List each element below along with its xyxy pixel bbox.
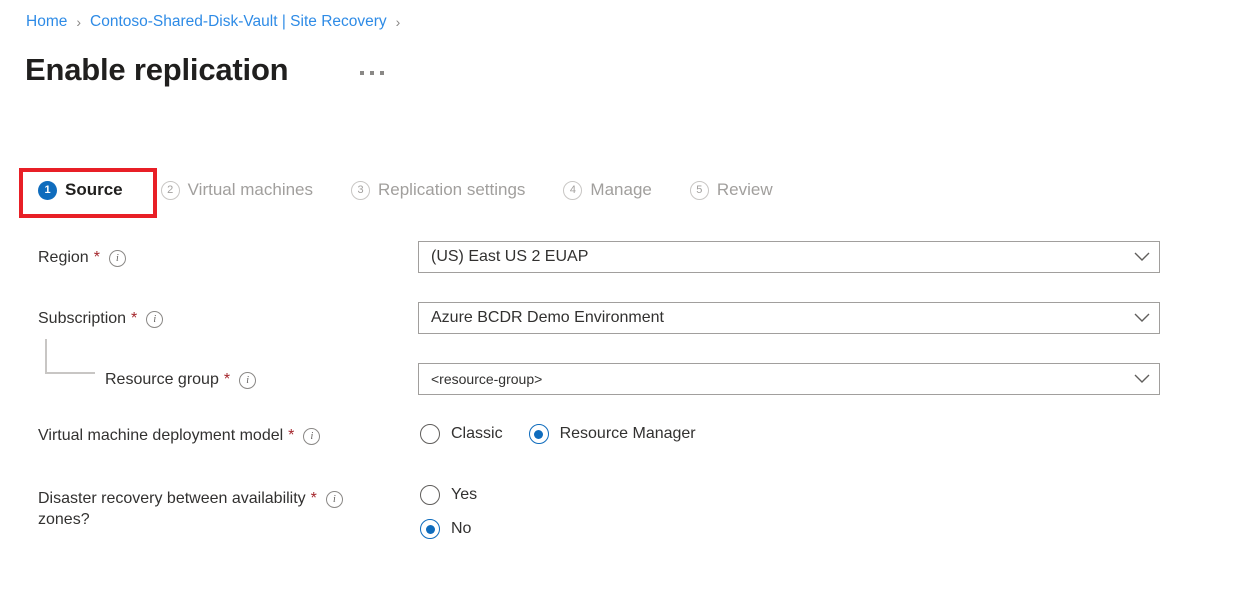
subscription-label-text: Subscription bbox=[38, 310, 127, 327]
availability-zones-label: Disaster recovery between availability z… bbox=[38, 488, 378, 530]
info-icon[interactable]: i bbox=[108, 250, 126, 267]
subscription-label: Subscription * i bbox=[38, 308, 164, 329]
deployment-model-radio-group: Classic Resource Manager bbox=[420, 424, 722, 444]
availability-zones-label-text: Disaster recovery between availability z… bbox=[38, 490, 306, 528]
chevron-down-icon bbox=[1125, 313, 1159, 323]
subscription-value: Azure BCDR Demo Environment bbox=[431, 309, 664, 326]
resource-group-label: Resource group * i bbox=[105, 369, 257, 390]
resource-group-dropdown[interactable]: <resource-group> bbox=[418, 363, 1160, 395]
info-icon[interactable]: i bbox=[325, 491, 343, 508]
radio-mark-selected-icon bbox=[528, 424, 549, 444]
required-asterisk: * bbox=[288, 427, 295, 444]
radio-label: No bbox=[451, 520, 472, 537]
region-label: Region * i bbox=[38, 247, 126, 268]
region-value: (US) East US 2 EUAP bbox=[431, 248, 589, 265]
info-icon[interactable]: i bbox=[146, 311, 164, 328]
radio-mark-selected-icon bbox=[420, 519, 440, 539]
subscription-resourcegroup-connector bbox=[45, 339, 95, 374]
radio-yes[interactable]: Yes bbox=[420, 485, 477, 505]
availability-zones-radio-group: Yes No bbox=[420, 485, 477, 553]
radio-classic[interactable]: Classic bbox=[420, 424, 503, 444]
radio-mark-unselected-icon bbox=[420, 424, 440, 444]
radio-mark-unselected-icon bbox=[420, 485, 440, 505]
source-form: Region * i (US) East US 2 EUAP Subscript… bbox=[0, 0, 1255, 598]
info-icon[interactable]: i bbox=[239, 372, 257, 389]
radio-resource-manager[interactable]: Resource Manager bbox=[528, 424, 696, 444]
deployment-model-label: Virtual machine deployment model * i bbox=[38, 425, 321, 446]
resource-group-value: <resource-group> bbox=[431, 371, 543, 387]
radio-label: Resource Manager bbox=[559, 425, 696, 442]
radio-label: Yes bbox=[451, 486, 478, 503]
radio-no[interactable]: No bbox=[420, 519, 477, 539]
resource-group-label-text: Resource group bbox=[105, 371, 219, 388]
region-dropdown[interactable]: (US) East US 2 EUAP bbox=[418, 241, 1160, 273]
chevron-down-icon bbox=[1125, 252, 1159, 262]
subscription-dropdown[interactable]: Azure BCDR Demo Environment bbox=[418, 302, 1160, 334]
info-icon[interactable]: i bbox=[303, 428, 321, 445]
required-asterisk: * bbox=[310, 490, 317, 507]
required-asterisk: * bbox=[131, 310, 138, 327]
region-label-text: Region bbox=[38, 249, 89, 266]
chevron-down-icon bbox=[1125, 374, 1159, 384]
required-asterisk: * bbox=[223, 371, 231, 388]
required-asterisk: * bbox=[93, 249, 100, 266]
radio-label: Classic bbox=[451, 425, 503, 442]
deployment-model-label-text: Virtual machine deployment model bbox=[38, 427, 284, 444]
